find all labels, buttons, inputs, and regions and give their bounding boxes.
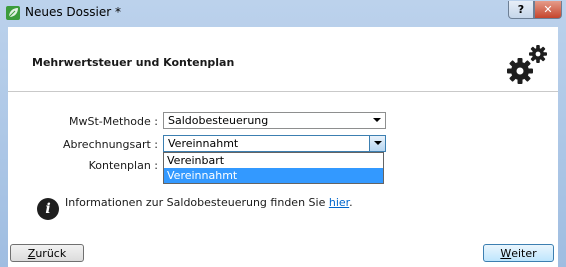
window-title: Neues Dossier * — [25, 5, 121, 19]
gears-icon — [507, 45, 547, 84]
title-bar[interactable]: Neues Dossier * ? ✕ — [0, 0, 566, 27]
dialog-window: Neues Dossier * ? ✕ Mehrwertsteuer und K… — [0, 0, 566, 267]
page-title: Mehrwertsteuer und Kontenplan — [32, 56, 235, 69]
wizard-header: Mehrwertsteuer und Kontenplan — [8, 27, 558, 92]
info-text: Informationen zur Saldobesteuerung finde… — [65, 196, 329, 209]
back-button-label: urück — [35, 246, 67, 260]
dropdown-option-vereinnahmt[interactable]: Vereinnahmt — [164, 168, 383, 183]
app-leaf-icon — [6, 6, 20, 20]
back-button-accesskey: Z — [27, 246, 36, 260]
info-link[interactable]: hier — [329, 196, 349, 209]
chevron-down-icon[interactable] — [369, 136, 385, 151]
info-message: Informationen zur Saldobesteuerung finde… — [65, 196, 353, 209]
mwst-method-label: MwSt-Methode : — [69, 115, 158, 128]
close-button[interactable]: ✕ — [534, 1, 562, 19]
next-button-accesskey: W — [500, 246, 512, 260]
mwst-method-select[interactable]: Saldobesteuerung — [163, 112, 386, 129]
dropdown-option-vereinbart[interactable]: Vereinbart — [164, 153, 383, 168]
back-button[interactable]: Zurück — [10, 244, 84, 262]
kontenplan-label: Kontenplan : — [88, 159, 158, 172]
abrechnungsart-value: Vereinnahmt — [168, 137, 239, 150]
abrechnungsart-label: Abrechnungsart : — [63, 138, 158, 151]
chevron-down-icon[interactable] — [369, 113, 385, 128]
next-button-label: eiter — [511, 246, 537, 260]
info-suffix: . — [349, 196, 353, 209]
next-button[interactable]: Weiter — [483, 244, 554, 262]
abrechnungsart-select[interactable]: Vereinnahmt — [163, 135, 386, 152]
abrechnungsart-dropdown-list[interactable]: Vereinbart Vereinnahmt — [163, 152, 384, 184]
dialog-content: Mehrwertsteuer und Kontenplan MwSt-Metho… — [8, 27, 558, 267]
info-icon: i — [37, 198, 59, 220]
help-button[interactable]: ? — [508, 1, 534, 19]
mwst-method-value: Saldobesteuerung — [168, 114, 269, 127]
